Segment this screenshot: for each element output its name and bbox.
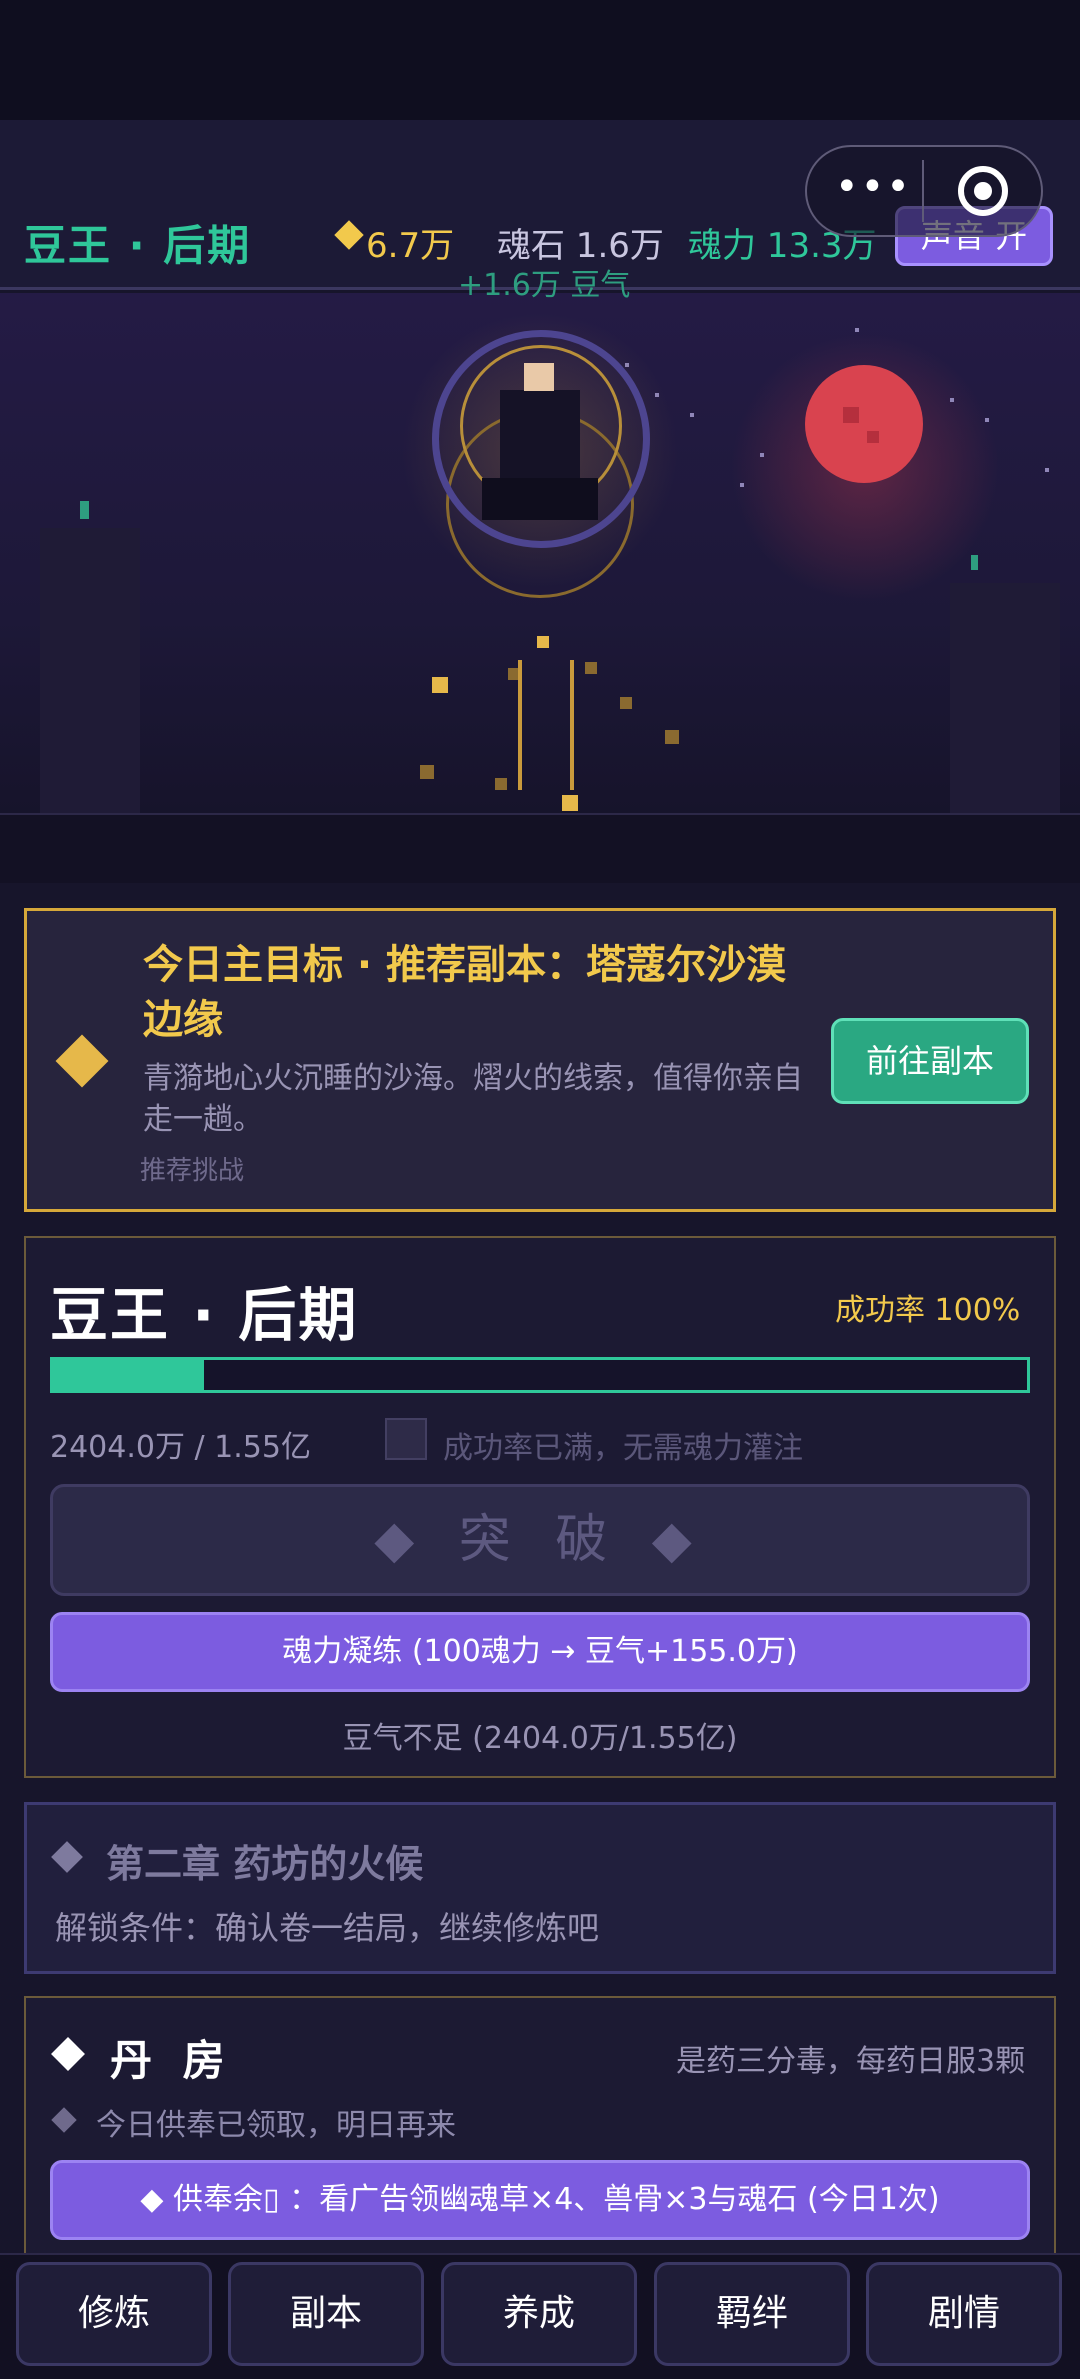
spark-particle xyxy=(432,677,448,693)
spark-particle xyxy=(665,730,679,744)
right-pillar-flame xyxy=(971,555,978,570)
pharmacy-title: 丹 房 xyxy=(110,2036,233,2085)
daily-goal-description: 青漪地心火沉睡的沙海。熠火的线索，值得你亲自走一趟。 xyxy=(143,1061,803,1137)
breakthrough-progress-fill xyxy=(53,1360,204,1390)
breakthrough-progress-text: 2404.0万 / 1.55亿 xyxy=(50,1430,311,1465)
go-dungeon-button[interactable]: 前往副本 xyxy=(831,1018,1029,1104)
close-target-icon[interactable] xyxy=(958,166,1008,216)
tab-develop[interactable]: 养成 xyxy=(441,2262,637,2366)
success-rate: 成功率 100% xyxy=(835,1293,1021,1328)
soul-refine-button[interactable]: 魂力凝练 (100魂力 → 豆气+155.0万) xyxy=(50,1612,1030,1692)
left-pillar xyxy=(40,528,140,813)
red-moon-icon xyxy=(805,365,923,483)
spark-particle xyxy=(620,697,632,709)
gain-floating-text: +1.6万 豆气 xyxy=(458,268,631,303)
star xyxy=(1045,468,1049,472)
star xyxy=(760,453,764,457)
gold-amount: 6.7万 xyxy=(366,226,455,266)
star xyxy=(855,328,859,332)
status-bar xyxy=(0,0,1080,120)
breakthrough-note: 豆气不足 (2404.0万/1.55亿) xyxy=(342,1721,738,1756)
pharmacy-status: 今日供奉已领取，明日再来 xyxy=(96,2108,456,2143)
chapter-unlock-condition: 解锁条件：确认卷一结局，继续修炼吧 xyxy=(55,1909,600,1947)
pharmacy-hint: 是药三分毒，每药日服3颗 xyxy=(676,2044,1026,2079)
star xyxy=(690,413,694,417)
chapter-title: 第二章 药坊的火候 xyxy=(106,1842,424,1886)
spark-particle xyxy=(420,765,434,779)
tab-story[interactable]: 剧情 xyxy=(866,2262,1062,2366)
capsule-divider xyxy=(922,160,924,222)
right-pillar xyxy=(950,583,1060,813)
cultivator-head xyxy=(524,363,554,391)
spark-particle xyxy=(537,636,549,648)
robe-trim xyxy=(570,660,574,790)
spark-particle xyxy=(495,778,507,790)
star xyxy=(950,398,954,402)
robe-trim xyxy=(518,660,522,790)
tab-dungeon[interactable]: 副本 xyxy=(228,2262,424,2366)
cultivator-robe xyxy=(482,478,598,520)
ground xyxy=(0,813,1080,883)
moon-spot xyxy=(867,431,879,443)
more-icon[interactable]: ••• xyxy=(835,167,912,207)
soul-infusion-checkbox[interactable] xyxy=(385,1418,427,1460)
breakthrough-realm: 豆王 · 后期 xyxy=(50,1281,359,1349)
star xyxy=(740,483,744,487)
moon-spot xyxy=(843,407,859,423)
soul-infusion-label: 成功率已满，无需魂力灌注 xyxy=(443,1431,803,1466)
left-pillar-flame xyxy=(80,501,89,519)
realm-title: 豆王 · 后期 xyxy=(24,221,252,270)
daily-goal-tag: 推荐挑战 xyxy=(140,1156,245,1186)
spark-particle xyxy=(562,795,578,811)
tab-cultivate[interactable]: 修炼 xyxy=(16,2262,212,2366)
star xyxy=(985,418,989,422)
daily-goal-title: 今日主目标 · 推荐副本：塔蔻尔沙漠边缘 xyxy=(143,942,787,1043)
breakthrough-button[interactable]: ◆ 突 破 ◆ xyxy=(50,1484,1030,1596)
tab-bonds[interactable]: 羁绊 xyxy=(654,2262,850,2366)
spark-particle xyxy=(585,662,597,674)
offering-ad-button[interactable]: ◆ 供奉余▯ ：看广告领幽魂草×4、兽骨×3与魂石 (今日1次) xyxy=(50,2160,1030,2240)
